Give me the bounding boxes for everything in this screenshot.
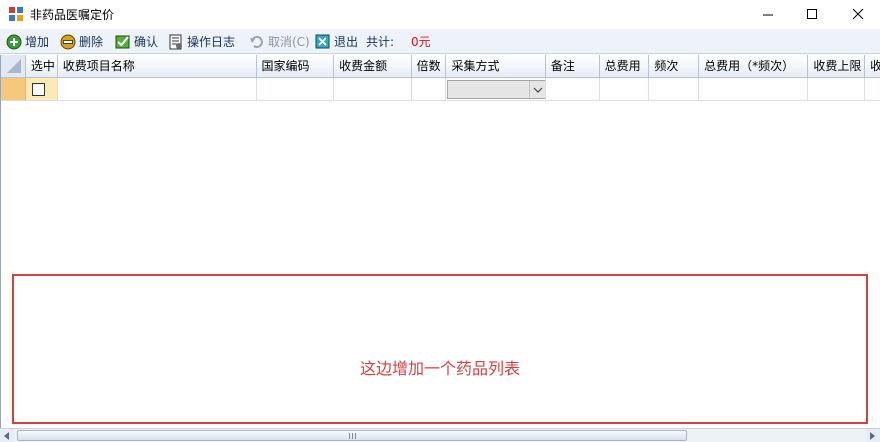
item-name-cell[interactable] — [57, 78, 257, 101]
column-header-remark[interactable]: 备注 — [545, 55, 600, 78]
frequency-cell[interactable] — [649, 78, 700, 101]
column-header-multiple[interactable]: 倍数 — [411, 55, 447, 78]
add-button[interactable]: 增加 — [6, 32, 49, 51]
exit-label: 退出 — [334, 35, 359, 49]
log-icon — [169, 34, 182, 49]
column-header-amount[interactable]: 收费金额 — [334, 55, 412, 78]
undo-icon — [250, 35, 263, 48]
column-header-frequency[interactable]: 频次 — [649, 55, 700, 78]
app-icon — [9, 7, 23, 21]
chevron-down-icon — [533, 87, 543, 93]
row-checkbox[interactable] — [31, 82, 45, 96]
delete-button[interactable]: 删除 — [60, 32, 103, 51]
chevron-right-icon — [870, 431, 875, 440]
minimize-icon — [762, 14, 773, 15]
selected-cell[interactable] — [25, 78, 58, 101]
column-header-total-fee[interactable]: 总费用 — [599, 55, 650, 78]
exit-icon — [315, 34, 330, 48]
truncated-cell[interactable] — [865, 78, 880, 101]
amount-cell[interactable] — [334, 78, 412, 101]
add-label: 增加 — [25, 35, 50, 49]
toolbar: 增加 删除 确认 操作日志 取消(C) 退出 共计: 0元 — [0, 29, 880, 54]
column-header-item-name[interactable]: 收费项目名称 — [57, 55, 257, 78]
scrollbar-thumb[interactable] — [17, 430, 687, 441]
total-value: 0元 — [411, 35, 431, 49]
horizontal-scrollbar[interactable] — [0, 428, 880, 442]
maximize-icon — [806, 8, 817, 19]
column-header-total-fee-frequency[interactable]: 总费用（*频次） — [699, 55, 809, 78]
table-row[interactable] — [1, 78, 880, 101]
multiple-cell[interactable] — [411, 78, 447, 101]
cancel-button[interactable]: 取消(C) — [249, 32, 310, 51]
exit-button[interactable]: 退出 — [315, 32, 358, 51]
total-fee-cell[interactable] — [599, 78, 650, 101]
title-bar: 非药品医嘱定价 — [0, 0, 880, 28]
scrollbar-grip — [349, 433, 356, 439]
total-fee-frequency-cell[interactable] — [699, 78, 809, 101]
grid-header: 选中 收费项目名称 国家编码 收费金额 倍数 采集方式 备注 总费用 频次 总费… — [1, 55, 880, 78]
collect-method-select[interactable] — [447, 80, 545, 99]
annotation-text: 这边增加一个药品列表 — [359, 359, 520, 378]
confirm-icon — [115, 35, 130, 48]
corner-triangle-icon — [7, 59, 21, 73]
row-header[interactable] — [1, 78, 26, 101]
select-all-corner[interactable] — [1, 55, 26, 78]
scroll-left-button[interactable] — [0, 429, 14, 442]
confirm-label: 确认 — [134, 35, 159, 49]
close-icon — [852, 8, 863, 19]
cancel-label: 取消(C) — [268, 35, 310, 49]
column-header-selected[interactable]: 选中 — [25, 55, 58, 78]
column-header-collect-method[interactable]: 采集方式 — [446, 55, 546, 78]
column-header-truncated[interactable]: 收 — [865, 55, 880, 78]
log-label: 操作日志 — [187, 35, 236, 49]
close-button[interactable] — [836, 0, 880, 28]
column-header-fee-limit[interactable]: 收费上限 — [808, 55, 866, 78]
delete-icon — [60, 34, 76, 49]
chevron-left-icon — [4, 431, 9, 440]
confirm-button[interactable]: 确认 — [115, 32, 158, 51]
total-label: 共计: — [366, 35, 395, 49]
annotation-box: 这边增加一个药品列表 — [12, 274, 868, 424]
national-code-cell[interactable] — [256, 78, 335, 101]
column-header-national-code[interactable]: 国家编码 — [256, 55, 335, 78]
operation-log-button[interactable]: 操作日志 — [168, 32, 235, 51]
maximize-button[interactable] — [790, 0, 834, 28]
add-icon — [6, 34, 22, 49]
combo-dropdown-button[interactable] — [529, 81, 544, 98]
window-title: 非药品医嘱定价 — [30, 8, 115, 22]
fee-limit-cell[interactable] — [808, 78, 866, 101]
minimize-button[interactable] — [746, 0, 790, 28]
collect-method-cell[interactable] — [446, 78, 546, 101]
scroll-right-button[interactable] — [866, 429, 880, 442]
delete-label: 删除 — [79, 35, 104, 49]
remark-cell[interactable] — [545, 78, 600, 101]
